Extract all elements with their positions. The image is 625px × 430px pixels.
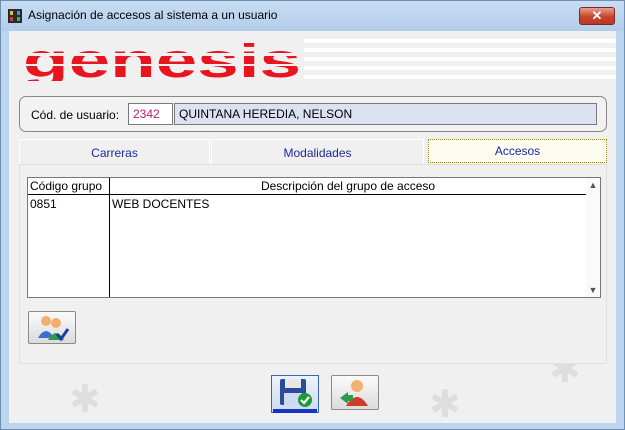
header-stripe bbox=[304, 75, 616, 79]
floppy-check-icon bbox=[280, 379, 312, 407]
window-title: Asignación de accesos al sistema a un us… bbox=[28, 8, 278, 22]
access-groups-grid[interactable]: Código grupo Descripción del grupo de ac… bbox=[27, 177, 601, 298]
close-icon: ✕ bbox=[591, 8, 603, 23]
scroll-down-icon[interactable]: ▼ bbox=[586, 283, 600, 297]
users-check-icon bbox=[38, 316, 70, 342]
user-code-field[interactable]: 2342 bbox=[128, 103, 173, 125]
vertical-scrollbar[interactable]: ▲ ▼ bbox=[586, 178, 600, 297]
watermark-star-icon: ✱ bbox=[69, 379, 101, 421]
user-exit-icon bbox=[340, 380, 368, 406]
header-stripe bbox=[304, 39, 616, 43]
genesis-logo: genesis bbox=[23, 43, 303, 81]
assign-groups-button[interactable] bbox=[28, 311, 76, 344]
table-row-description[interactable]: WEB DOCENTES bbox=[112, 196, 209, 212]
header-stripe bbox=[304, 66, 616, 70]
tab-accesos[interactable]: Accesos bbox=[428, 139, 607, 163]
table-row-code[interactable]: 0851 bbox=[30, 196, 57, 212]
tab-modalidades[interactable]: Modalidades bbox=[211, 139, 424, 165]
tab-carreras[interactable]: Carreras bbox=[19, 139, 210, 165]
save-button-focus-bar bbox=[273, 409, 317, 413]
client-area: ✱ ✱ ✱ ✱ ✱ ✱ ✱ ✱ genesis Cód. de usuario:… bbox=[9, 31, 616, 423]
exit-button[interactable] bbox=[331, 375, 379, 410]
film-strip-icon bbox=[8, 9, 22, 23]
column-divider bbox=[109, 178, 110, 297]
user-panel: Cód. de usuario: 2342 QUINTANA HEREDIA, … bbox=[19, 96, 607, 132]
scroll-up-icon[interactable]: ▲ bbox=[586, 178, 600, 192]
save-button[interactable] bbox=[271, 375, 319, 413]
logo-text: genesis bbox=[23, 43, 301, 81]
header-stripe bbox=[304, 57, 616, 61]
header-stripe bbox=[304, 48, 616, 52]
column-header-description[interactable]: Descripción del grupo de acceso bbox=[110, 178, 586, 195]
user-code-label: Cód. de usuario: bbox=[31, 108, 120, 122]
title-bar[interactable]: Asignación de accesos al sistema a un us… bbox=[1, 1, 624, 31]
column-header-code[interactable]: Código grupo bbox=[28, 178, 109, 195]
watermark-star-icon: ✱ bbox=[429, 384, 461, 423]
close-button[interactable]: ✕ bbox=[579, 7, 615, 25]
user-name-field: QUINTANA HEREDIA, NELSON bbox=[174, 103, 597, 125]
dialog-window: Asignación de accesos al sistema a un us… bbox=[0, 0, 625, 430]
